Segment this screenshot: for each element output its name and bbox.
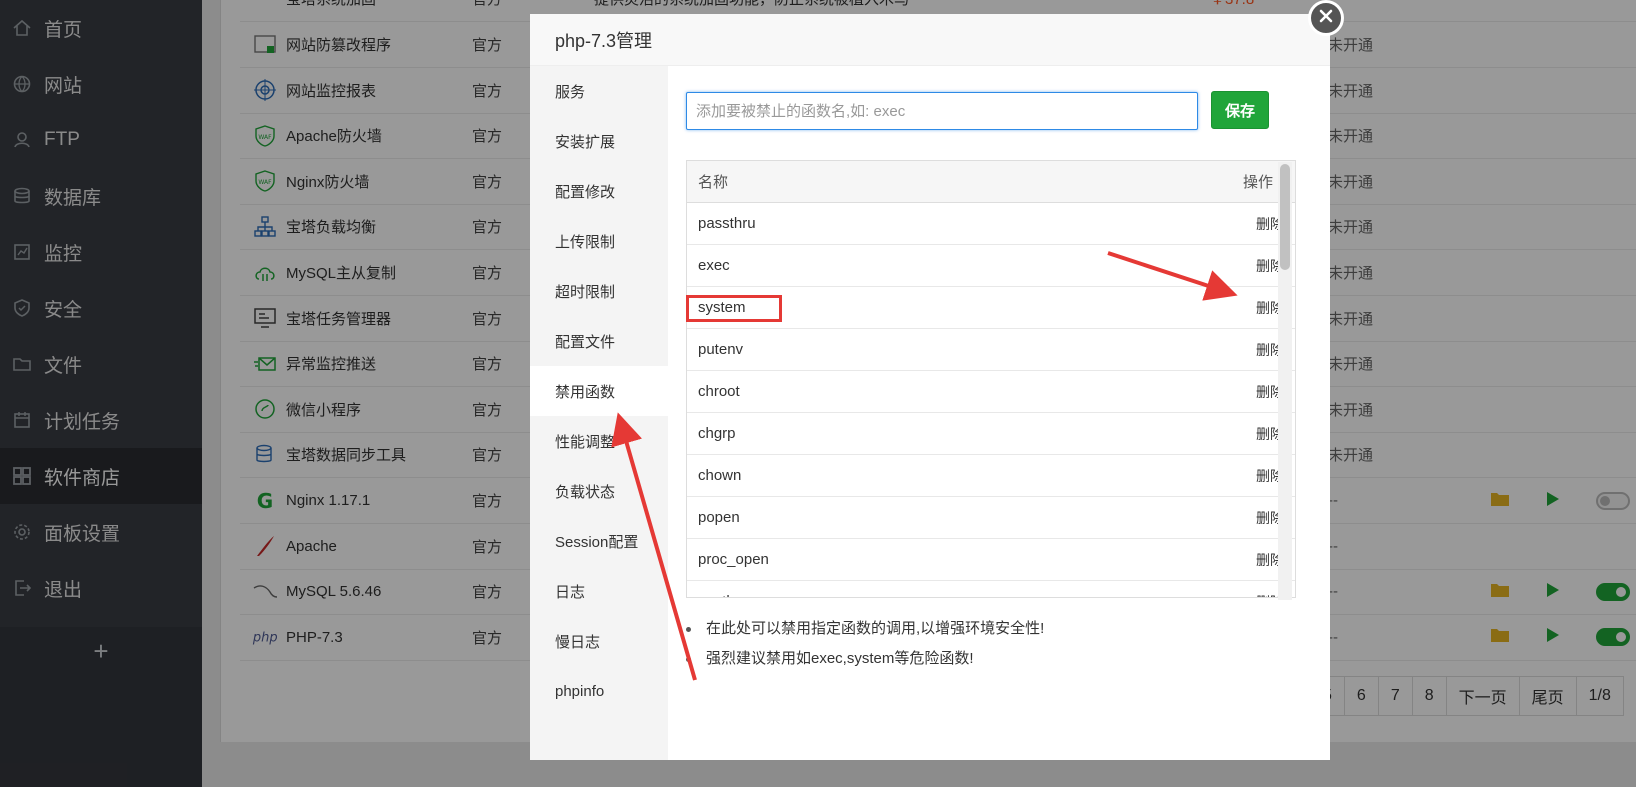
php-manager-modal: php-7.3管理 服务 安装扩展 配置修改 上传限制 超时限制 配置文件 禁用函数 性能调整… [530,14,1330,760]
table-header: 名称 操作 [687,161,1295,203]
modal-menu-item[interactable]: Session配置 [530,516,668,566]
note-item: 强烈建议禁用如exec,system等危险函数! [686,644,1044,674]
disabled-functions-panel: 保存 名称 操作 passthru删除exec删除system删除putenv删… [668,66,1330,760]
table-row: pcntl_exec删除 [687,581,1295,597]
table-scrollbar[interactable] [1278,162,1292,600]
modal-menu-item[interactable]: 负载状态 [530,466,668,516]
modal-menu-item[interactable]: 配置文件 [530,316,668,366]
table-body: passthru 删除 exec 删除 system 删除 putenv 删除 chroot 删除… [687,203,1295,597]
modal-menu-item[interactable]: 性能调整 [530,416,668,466]
modal-title: php-7.3管理 [530,14,1330,66]
function-name: proc_open [698,551,769,568]
highlight-annotation [686,295,782,322]
modal-menu-item[interactable]: phpinfo [530,666,668,716]
function-name: chown [698,467,742,484]
save-button[interactable]: 保存 [1211,91,1269,129]
function-name: popen [698,509,740,526]
column-name-header: 名称 [698,174,729,191]
function-name: putenv [698,341,744,358]
modal-menu-item[interactable]: 安装扩展 [530,116,668,166]
modal-menu-item[interactable]: 日志 [530,566,668,616]
scrollbar-thumb[interactable] [1280,164,1290,270]
table-row: chown 删除 [687,455,1295,497]
function-name: passthru [698,215,756,232]
table-row: passthru 删除 [687,203,1295,245]
modal-menu-item[interactable]: 慢日志 [530,616,668,666]
table-row: proc_open 删除 [687,539,1295,581]
table-row: exec 删除 [687,245,1295,287]
function-name: chroot [698,383,740,400]
table-row: putenv 删除 [687,329,1295,371]
function-name: exec [698,257,730,274]
help-notes: 在此处可以禁用指定函数的调用,以增强环境安全性! 强烈建议禁用如exec,sys… [686,614,1044,674]
table-row: chroot 删除 [687,371,1295,413]
modal-menu-item[interactable]: 服务 [530,66,668,116]
column-action-header: 操作 [1242,174,1273,191]
modal-menu: 服务 安装扩展 配置修改 上传限制 超时限制 配置文件 禁用函数 性能调整 负载状态 Sessio… [530,66,668,760]
modal-menu-item[interactable]: 禁用函数 [530,366,668,416]
close-modal-button[interactable] [1308,0,1344,36]
function-name: chgrp [698,425,736,442]
function-name-input[interactable] [686,92,1198,130]
table-row: popen 删除 [687,497,1295,539]
table-row: chgrp 删除 [687,413,1295,455]
function-name: pcntl_exec [698,593,770,597]
modal-menu-item[interactable]: 上传限制 [530,216,668,266]
modal-menu-item[interactable]: 超时限制 [530,266,668,316]
note-item: 在此处可以禁用指定函数的调用,以增强环境安全性! [686,614,1044,644]
modal-menu-item[interactable]: 配置修改 [530,166,668,216]
disabled-functions-table: 名称 操作 passthru 删除 exec 删除 system 删除 putenv 删除 ch… [686,160,1296,598]
close-icon [1318,8,1334,29]
